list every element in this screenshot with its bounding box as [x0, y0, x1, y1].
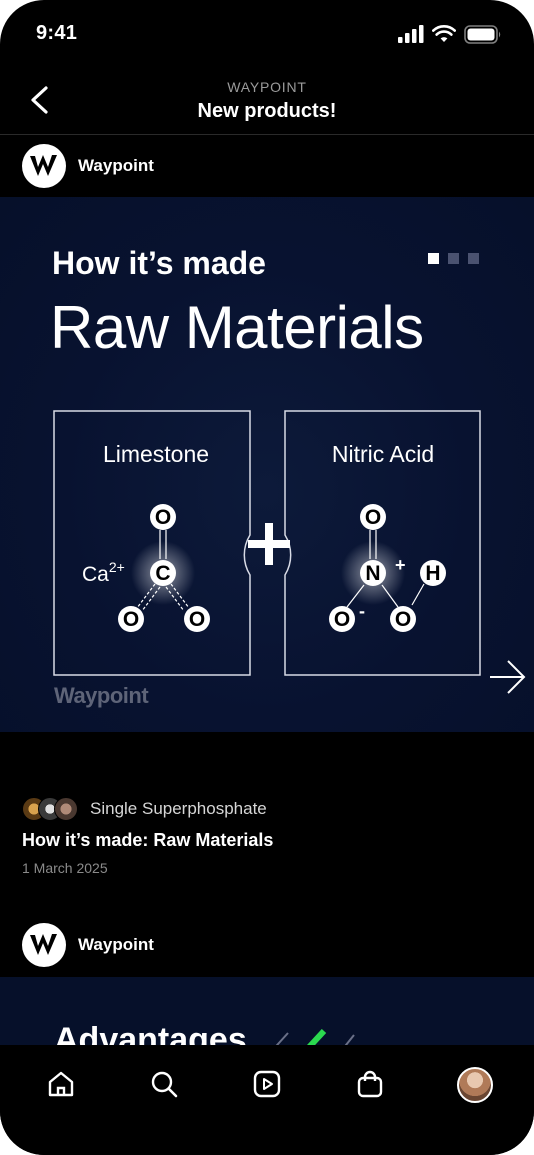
next-slide-arrow-icon[interactable]	[488, 657, 528, 697]
video-icon	[253, 1070, 281, 1098]
post-tag-row[interactable]: Single Superphosphate	[22, 796, 512, 822]
atom-oxygen: O	[365, 506, 381, 529]
waypoint-logo-avatar	[22, 144, 66, 188]
post-author-row[interactable]: Waypoint	[22, 143, 154, 189]
waypoint-logo-icon	[30, 155, 57, 176]
wifi-icon	[432, 25, 456, 42]
atom-oxygen: O	[123, 608, 139, 631]
atom-nitrogen: N	[365, 562, 380, 585]
profile-avatar[interactable]	[457, 1067, 493, 1103]
page-dot	[468, 253, 479, 264]
signal-icon	[398, 25, 424, 43]
contributor-avatar	[54, 797, 78, 821]
post-author-row[interactable]: Waypoint	[22, 922, 154, 968]
page-dot-active	[428, 253, 439, 264]
slide-kicker: How it’s made	[52, 245, 266, 281]
limestone-label: Limestone	[103, 441, 209, 467]
card-watermark-logo: Waypoint	[54, 683, 149, 708]
atom-hydrogen: H	[425, 562, 440, 585]
reaction-diagram: O C O O O N H O O + - Limestone Nitric A…	[53, 410, 481, 676]
plus-icon	[248, 523, 290, 565]
waypoint-logo-avatar	[22, 923, 66, 967]
carousel-page-indicator	[428, 253, 479, 264]
search-icon	[151, 1071, 178, 1098]
tab-shop[interactable]	[353, 1067, 387, 1101]
post-author-name: Waypoint	[78, 935, 154, 954]
home-icon	[48, 1071, 74, 1097]
contributor-avatars	[22, 797, 78, 821]
atom-oxygen: O	[155, 506, 171, 529]
post-image-carousel[interactable]: How it’s made Raw Materials O C O O O N …	[0, 197, 534, 732]
tab-videos[interactable]	[250, 1067, 284, 1101]
tab-bar	[0, 1045, 534, 1155]
post-tag: Single Superphosphate	[90, 799, 267, 818]
battery-icon	[464, 24, 501, 44]
positive-charge: +	[395, 555, 406, 575]
atom-oxygen: O	[334, 608, 350, 631]
negative-charge: -	[359, 601, 365, 621]
post-title[interactable]: How it’s made: Raw Materials	[22, 830, 512, 851]
page-dot	[448, 253, 459, 264]
header-subtitle: WAYPOINT	[227, 79, 307, 95]
status-time: 9:41	[36, 22, 78, 44]
tab-home[interactable]	[44, 1067, 78, 1101]
atom-oxygen: O	[189, 608, 205, 631]
header: WAYPOINT New products!	[0, 64, 534, 135]
shopping-bag-icon	[357, 1070, 383, 1098]
nitric-acid-label: Nitric Acid	[332, 441, 434, 467]
post-date: 1 March 2025	[22, 860, 108, 876]
atom-carbon: C	[155, 562, 170, 585]
phone-screen: 9:41 WAYPOINT New products! Waypoint How…	[0, 0, 534, 1155]
post-author-name: Waypoint	[78, 156, 154, 175]
atom-oxygen: O	[395, 608, 411, 631]
status-icons	[398, 24, 502, 44]
header-title: New products!	[197, 100, 337, 122]
post-meta: Single Superphosphate How it’s made: Raw…	[22, 796, 512, 876]
status-bar: 9:41	[0, 0, 534, 64]
calcium-ion-label: Ca2+	[82, 559, 125, 586]
slide-title: Raw Materials	[50, 294, 424, 361]
tab-search[interactable]	[147, 1067, 181, 1101]
waypoint-logo-icon	[30, 934, 57, 955]
